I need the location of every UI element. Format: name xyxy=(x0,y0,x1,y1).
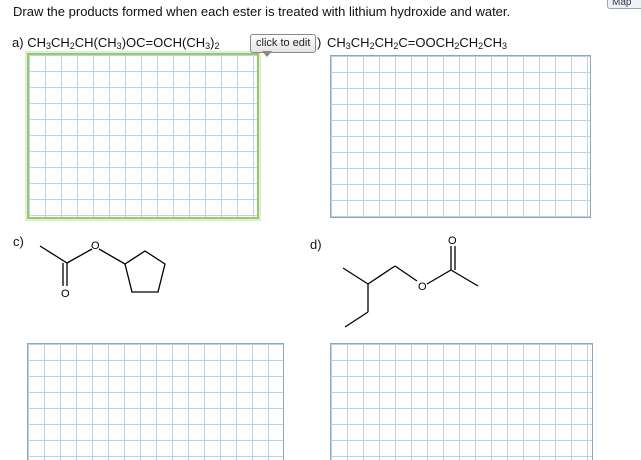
part-d-structure: O O xyxy=(342,235,479,328)
cyclopentane-ring xyxy=(124,250,166,293)
bond xyxy=(66,248,93,264)
bond xyxy=(344,311,369,328)
formula-text: CH xyxy=(27,35,46,50)
carbonyl-oxygen-label: O xyxy=(448,235,457,247)
formula-subscript: 3 xyxy=(501,41,507,51)
part-a-formula: CH3CH2CH(CH3)OC=OCH(CH3)2 xyxy=(27,35,220,51)
formula-text: CH xyxy=(459,35,479,50)
part-a-drawing-area[interactable] xyxy=(27,53,259,219)
part-d-label: d) xyxy=(310,237,322,252)
bond xyxy=(39,245,68,264)
part-a-label: a) CH3CH2CH(CH3)OC=OCH(CH3)2 xyxy=(12,35,220,51)
formula-text: CH xyxy=(50,35,70,50)
formula-text: )OC=OCH(CH xyxy=(121,35,206,50)
bond xyxy=(450,269,479,287)
part-a-letter: a) xyxy=(12,35,24,50)
click-to-edit-tooltip[interactable]: click to edit xyxy=(250,34,317,53)
part-c-structure: O O xyxy=(39,240,166,300)
formula-text: CH xyxy=(350,35,370,50)
ester-oxygen-label: O xyxy=(418,281,427,293)
formula-subscript: 2 xyxy=(214,41,220,51)
ester-oxygen-label: O xyxy=(91,240,100,252)
bond xyxy=(98,248,126,265)
bond xyxy=(394,265,418,282)
formula-text: CH xyxy=(483,35,502,50)
part-b-label: CH3CH2CH2C=OOCH2CH2CH3 xyxy=(327,35,507,51)
part-b-letter-paren: ) xyxy=(317,35,322,50)
tooltip-pointer xyxy=(262,51,272,57)
formula-text: CH(CH xyxy=(74,35,117,50)
bond xyxy=(426,269,452,285)
formula-text: C=OOCH xyxy=(398,35,455,50)
formula-text: CH xyxy=(374,35,394,50)
bond xyxy=(342,267,369,285)
part-d-drawing-area[interactable] xyxy=(330,343,593,460)
part-c-label: c) xyxy=(13,234,24,249)
bond xyxy=(367,265,396,285)
part-b-drawing-area[interactable] xyxy=(330,55,591,218)
part-c-drawing-area[interactable] xyxy=(27,343,284,460)
map-button[interactable]: Map xyxy=(607,0,641,9)
carbonyl-oxygen-label: O xyxy=(61,288,70,300)
question-prompt: Draw the products formed when each ester… xyxy=(13,4,511,19)
part-b-formula: CH3CH2CH2C=OOCH2CH2CH3 xyxy=(327,35,507,51)
formula-text: CH xyxy=(327,35,346,50)
